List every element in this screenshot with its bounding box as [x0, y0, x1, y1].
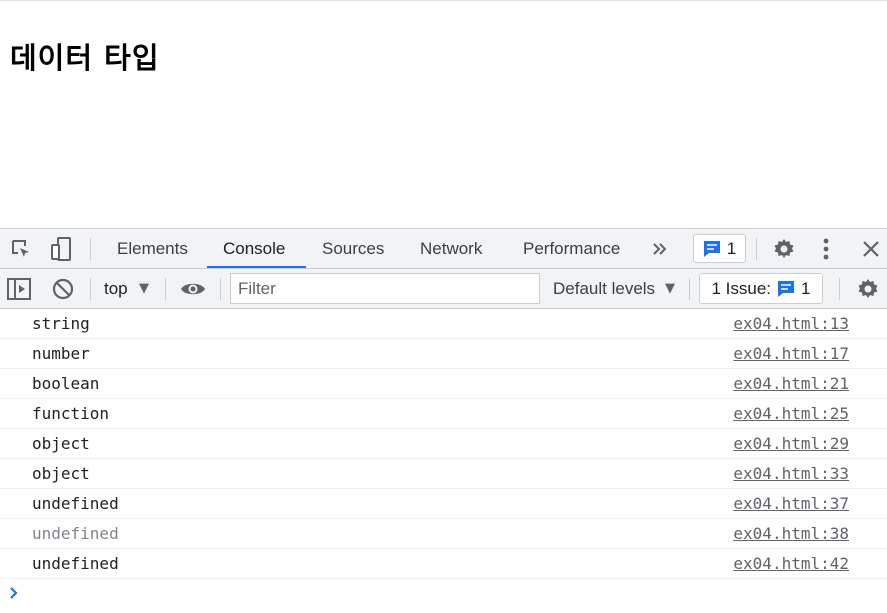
console-message: boolean ex04.html:21 [0, 369, 887, 399]
chevron-right-icon [9, 585, 19, 604]
page-content: 데이터 타입 [0, 0, 887, 228]
console-message: object ex04.html:33 [0, 459, 887, 489]
console-message: undefined ex04.html:37 [0, 489, 887, 519]
console-message: undefined ex04.html:38 [0, 519, 887, 549]
inspect-element-icon[interactable] [9, 229, 33, 269]
console-message: object ex04.html:29 [0, 429, 887, 459]
console-message-text: undefined [32, 554, 119, 573]
more-tabs-icon[interactable] [650, 229, 670, 269]
source-link[interactable]: ex04.html:13 [733, 309, 849, 339]
issues-button[interactable]: 1 Issue: 1 [699, 273, 823, 304]
console-message: undefined ex04.html:42 [0, 549, 887, 579]
console-prompt[interactable] [0, 579, 887, 609]
console-message: string ex04.html:13 [0, 309, 887, 339]
kebab-menu-icon[interactable] [816, 229, 836, 269]
tab-performance[interactable]: Performance [523, 229, 620, 269]
console-message-text: function [32, 404, 110, 423]
source-link[interactable]: ex04.html:17 [733, 339, 849, 369]
sidebar-toggle-icon[interactable] [7, 269, 31, 309]
console-message: function ex04.html:25 [0, 399, 887, 429]
device-toolbar-icon[interactable] [49, 229, 73, 269]
settings-gear-icon[interactable] [772, 229, 796, 269]
active-tab-indicator [207, 266, 306, 268]
filter-input[interactable] [230, 273, 540, 304]
divider [90, 238, 91, 260]
log-levels-dropdown[interactable]: Default levels [553, 269, 655, 309]
devtools-tabbar: Elements Console Sources Network Perform… [0, 228, 887, 269]
page-heading: 데이터 타입 [10, 41, 160, 75]
console-message-text: boolean [32, 374, 100, 393]
console-message-text: object [32, 464, 90, 483]
divider [756, 238, 757, 260]
message-count: 1 [726, 238, 737, 258]
console-message: number ex04.html:17 [0, 339, 887, 369]
console-toolbar: top ▼ Default levels ▼ 1 Issue: 1 [0, 269, 887, 309]
triangle-down-icon[interactable]: ▼ [139, 269, 149, 309]
context-selector[interactable]: top [104, 269, 128, 309]
issue-label: 1 Issue: [711, 278, 772, 298]
divider [689, 278, 690, 300]
tab-sources[interactable]: Sources [322, 229, 384, 269]
console-settings-gear-icon[interactable] [856, 269, 880, 309]
clear-console-icon[interactable] [51, 269, 75, 309]
source-link[interactable]: ex04.html:29 [733, 429, 849, 459]
source-link[interactable]: ex04.html:21 [733, 369, 849, 399]
source-link[interactable]: ex04.html:38 [733, 519, 849, 549]
source-link[interactable]: ex04.html:33 [733, 459, 849, 489]
source-link[interactable]: ex04.html:25 [733, 399, 849, 429]
console-message-text: undefined [32, 494, 119, 513]
console-message-text: string [32, 314, 90, 333]
live-expression-eye-icon[interactable] [180, 269, 206, 309]
console-message-text: number [32, 344, 90, 363]
messages-button[interactable]: 1 [693, 234, 746, 263]
divider [220, 278, 221, 300]
triangle-down-icon[interactable]: ▼ [665, 269, 675, 309]
source-link[interactable]: ex04.html:37 [733, 489, 849, 519]
console-message-text: undefined [32, 524, 119, 543]
devtools-panel: Elements Console Sources Network Perform… [0, 228, 887, 613]
message-icon [703, 240, 720, 257]
divider [165, 278, 166, 300]
close-icon[interactable] [860, 229, 882, 269]
console-output: string ex04.html:13 number ex04.html:17 … [0, 309, 887, 609]
tab-network[interactable]: Network [420, 229, 482, 269]
console-message-text: object [32, 434, 90, 453]
tab-console[interactable]: Console [223, 229, 285, 269]
issue-count: 1 [801, 278, 811, 298]
divider [90, 278, 91, 300]
source-link[interactable]: ex04.html:42 [733, 549, 849, 579]
divider [839, 278, 840, 300]
message-icon [778, 280, 795, 297]
tab-elements[interactable]: Elements [117, 229, 188, 269]
